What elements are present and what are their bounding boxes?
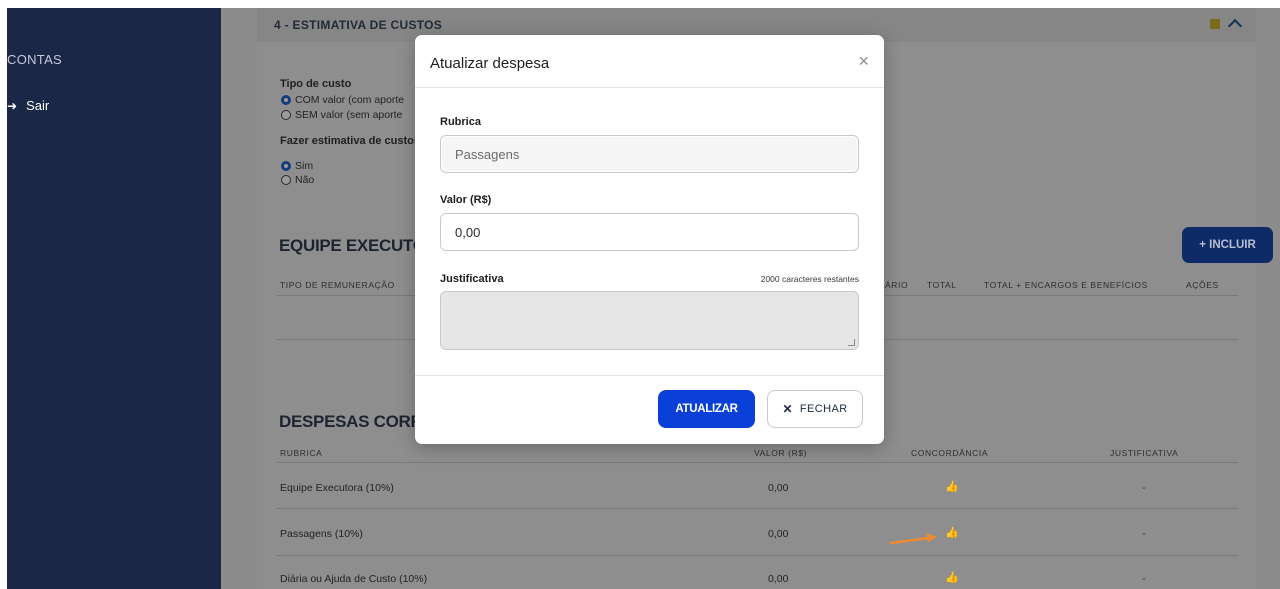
close-x-icon: ✕	[782, 402, 793, 416]
divider	[415, 375, 884, 376]
include-button[interactable]: + INCLUIR	[1182, 227, 1273, 263]
expense-valor: 0,00	[768, 573, 789, 585]
divider	[415, 87, 884, 88]
justificativa-label: Justificativa	[440, 273, 504, 285]
sidebar-item-sair[interactable]: ➜ Sair	[7, 98, 49, 113]
expenses-col-valor: VALOR (R$)	[754, 448, 808, 458]
valor-field[interactable]: 0,00	[440, 213, 859, 251]
estimate-option-nao[interactable]: Não	[281, 174, 314, 186]
valor-label: Valor (R$)	[440, 194, 492, 206]
expense-justificativa: -	[1142, 573, 1146, 585]
sign-out-icon: ➜	[7, 98, 18, 113]
rubrica-label: Rubrica	[440, 116, 481, 128]
justificativa-textarea[interactable]	[440, 291, 859, 350]
cost-type-label: Tipo de custo	[280, 78, 352, 90]
team-col-remuneracao: TIPO DE REMUNERAÇÃO	[280, 280, 395, 290]
update-button[interactable]: ATUALIZAR	[658, 390, 755, 428]
radio-unselected[interactable]	[281, 175, 291, 185]
expenses-col-justificativa: JUSTIFICATIVA	[1110, 448, 1179, 458]
sidebar-section-contas: CONTAS	[7, 52, 63, 67]
team-col-total-encargos: TOTAL + ENCARGOS E BENEFÍCIOS	[984, 280, 1148, 290]
chevron-up-icon[interactable]	[1227, 18, 1243, 34]
rubrica-value: Passagens	[455, 146, 520, 162]
thumbs-up-icon[interactable]: 👍	[945, 480, 959, 493]
team-col-total: TOTAL	[927, 280, 957, 290]
expense-valor: 0,00	[768, 528, 789, 540]
cost-type-option-sem[interactable]: SEM valor (sem aporte	[281, 109, 402, 121]
update-expense-modal: Atualizar despesa × Rubrica Passagens Va…	[415, 35, 884, 444]
thumbs-up-icon[interactable]: 👍	[945, 571, 959, 584]
radio-selected[interactable]	[281, 95, 291, 105]
radio-unselected[interactable]	[281, 110, 291, 120]
radio-label: COM valor (com aporte	[295, 94, 405, 106]
radio-label: Não	[295, 174, 315, 186]
expense-valor: 0,00	[768, 482, 789, 494]
expense-rubrica: Diária ou Ajuda de Custo (10%)	[280, 573, 428, 585]
sidebar-item-label: Sair	[26, 98, 50, 113]
team-col-acoes: AÇÕES	[1186, 280, 1219, 290]
estimate-option-sim[interactable]: Sim	[281, 160, 313, 172]
sidebar: CONTAS ➜ Sair	[7, 8, 221, 589]
close-button-label: FECHAR	[799, 403, 848, 415]
valor-value: 0,00	[455, 224, 481, 240]
expense-rubrica: Passagens (10%)	[280, 528, 363, 540]
radio-label: Sim	[295, 160, 314, 172]
annotation-arrow-icon	[889, 533, 937, 545]
expenses-col-rubrica: RUBRICA	[280, 448, 323, 458]
char-counter: 2000 caracteres restantes	[760, 274, 859, 284]
card-header-actions	[1210, 16, 1243, 34]
radio-label: SEM valor (sem aporte	[295, 109, 403, 121]
cost-type-option-com[interactable]: COM valor (com aporte	[281, 94, 404, 106]
expense-justificativa: -	[1142, 528, 1146, 540]
divider	[276, 555, 1238, 556]
estimate-label: Fazer estimativa de custos	[280, 135, 421, 147]
expenses-col-concordancia: CONCORDÂNCIA	[911, 448, 989, 458]
close-icon[interactable]: ×	[858, 52, 869, 70]
thumbs-up-icon[interactable]: 👍	[945, 526, 959, 539]
save-icon[interactable]	[1210, 18, 1220, 29]
card-title: 4 - ESTIMATIVA DE CUSTOS	[274, 18, 443, 32]
radio-selected[interactable]	[281, 161, 291, 171]
resize-handle-icon[interactable]	[848, 339, 855, 346]
divider	[276, 508, 1238, 509]
close-button[interactable]: ✕ FECHAR	[767, 390, 863, 428]
expense-rubrica: Equipe Executora (10%)	[280, 482, 394, 494]
divider	[276, 462, 1238, 463]
expense-justificativa: -	[1142, 482, 1146, 494]
rubrica-field: Passagens	[440, 135, 859, 173]
team-col-salario: ÁRIO	[885, 280, 909, 290]
modal-title: Atualizar despesa	[430, 55, 550, 72]
